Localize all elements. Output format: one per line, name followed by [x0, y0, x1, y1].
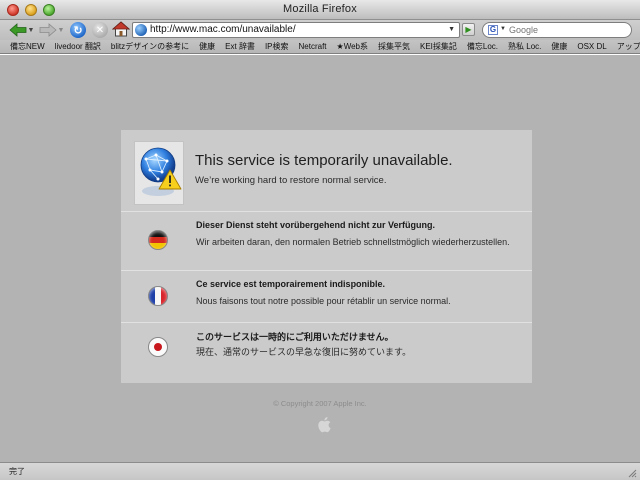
reload-icon: ↻ — [73, 24, 83, 37]
back-button[interactable] — [8, 22, 28, 38]
address-url-text[interactable]: http://www.mac.com/unavailable/ — [150, 24, 296, 35]
address-bar[interactable]: http://www.mac.com/unavailable/ ▼ — [132, 22, 460, 38]
bookmark-item[interactable]: ★Web系 — [332, 41, 373, 53]
bookmark-item[interactable]: 熟私 Loc. — [503, 41, 546, 53]
apple-logo-icon — [318, 417, 331, 433]
search-input[interactable] — [509, 24, 627, 36]
bookmark-item[interactable]: アップル — [612, 41, 640, 53]
stop-icon: ✕ — [95, 24, 105, 36]
france-flag-icon — [148, 286, 168, 306]
back-arrow-icon — [9, 23, 27, 37]
notice-french-section: Ce service est temporairement indisponib… — [121, 271, 532, 322]
page-content: This service is temporarily unavailable.… — [0, 55, 640, 462]
bookmark-item[interactable]: Netcraft — [294, 41, 332, 53]
japan-flag-icon — [148, 337, 168, 357]
german-notice-title: Dieser Dienst steht vorübergehend nicht … — [196, 220, 436, 230]
forward-button[interactable] — [38, 22, 58, 38]
french-notice-body: Nous faisons tout notre possible pour ré… — [196, 296, 451, 306]
bookmark-item[interactable]: livedoor 翻訳 — [50, 41, 106, 53]
notice-title: This service is temporarily unavailable. — [195, 152, 453, 169]
back-history-dropdown-icon[interactable]: ▼ — [27, 22, 35, 38]
forward-arrow-icon — [39, 23, 57, 37]
german-notice-body: Wir arbeiten daran, den normalen Betrieb… — [196, 237, 510, 247]
french-notice-title: Ce service est temporairement indisponib… — [196, 279, 386, 289]
bookmark-item[interactable]: OSX DL — [572, 41, 611, 53]
germany-flag-icon — [148, 230, 168, 250]
japanese-notice-title: このサービスは一時的にご利用いただけません。 — [196, 332, 394, 342]
copyright-text: © Copyright 2007 Apple Inc. — [273, 399, 367, 408]
bookmark-item[interactable]: 備忘Loc. — [462, 41, 503, 53]
service-unavailable-panel: This service is temporarily unavailable.… — [121, 130, 532, 383]
forward-history-dropdown-icon[interactable]: ▼ — [57, 22, 65, 38]
bookmark-item[interactable]: 採集平気 — [373, 41, 415, 53]
window-title-bar: Mozilla Firefox — [0, 0, 640, 20]
bookmark-item[interactable]: 健康 — [194, 41, 220, 53]
network-warning-icon — [134, 141, 184, 205]
search-bar[interactable]: G ▼ — [482, 22, 632, 38]
home-button[interactable] — [112, 21, 130, 37]
status-bar: 完了 — [0, 462, 640, 480]
navigation-toolbar: ▼ ▼ ↻ ✕ http://www.mac.com/unavailable/ … — [0, 20, 640, 40]
site-favicon-icon — [135, 24, 147, 36]
bookmark-item[interactable]: blitzデザインの参考に — [106, 41, 194, 53]
stop-button[interactable]: ✕ — [92, 22, 108, 38]
resize-grip-icon[interactable] — [627, 468, 637, 478]
home-icon — [112, 21, 130, 37]
bookmark-item[interactable]: 備忘NEW — [5, 41, 50, 53]
go-button[interactable]: ▶ — [462, 23, 475, 36]
japanese-notice-body: 現在、通常のサービスの早急な復旧に努めています。 — [196, 347, 412, 357]
url-history-dropdown-icon[interactable]: ▼ — [448, 26, 455, 33]
bookmark-item[interactable]: Ext 辞書 — [220, 41, 260, 53]
notice-main-section: This service is temporarily unavailable.… — [121, 130, 532, 210]
bookmark-item[interactable]: IP検索 — [260, 41, 294, 53]
window-title: Mozilla Firefox — [283, 3, 357, 15]
notice-japanese-section: このサービスは一時的にご利用いただけません。 現在、通常のサービスの早急な復旧に… — [121, 323, 532, 383]
notice-german-section: Dieser Dienst steht vorübergehend nicht … — [121, 212, 532, 270]
reload-button[interactable]: ↻ — [70, 22, 86, 38]
google-engine-icon[interactable]: G — [488, 25, 498, 35]
bookmark-item[interactable]: KEI採集記 — [415, 41, 462, 53]
status-text: 完了 — [9, 467, 25, 476]
go-arrow-icon: ▶ — [465, 25, 472, 34]
bookmark-item[interactable]: 健康 — [546, 41, 572, 53]
bookmarks-toolbar: 備忘NEW livedoor 翻訳 blitzデザインの参考に 健康 Ext 辞… — [0, 40, 640, 54]
notice-subtitle: We’re working hard to restore normal ser… — [195, 175, 387, 186]
search-engine-dropdown-icon[interactable]: ▼ — [500, 26, 506, 32]
